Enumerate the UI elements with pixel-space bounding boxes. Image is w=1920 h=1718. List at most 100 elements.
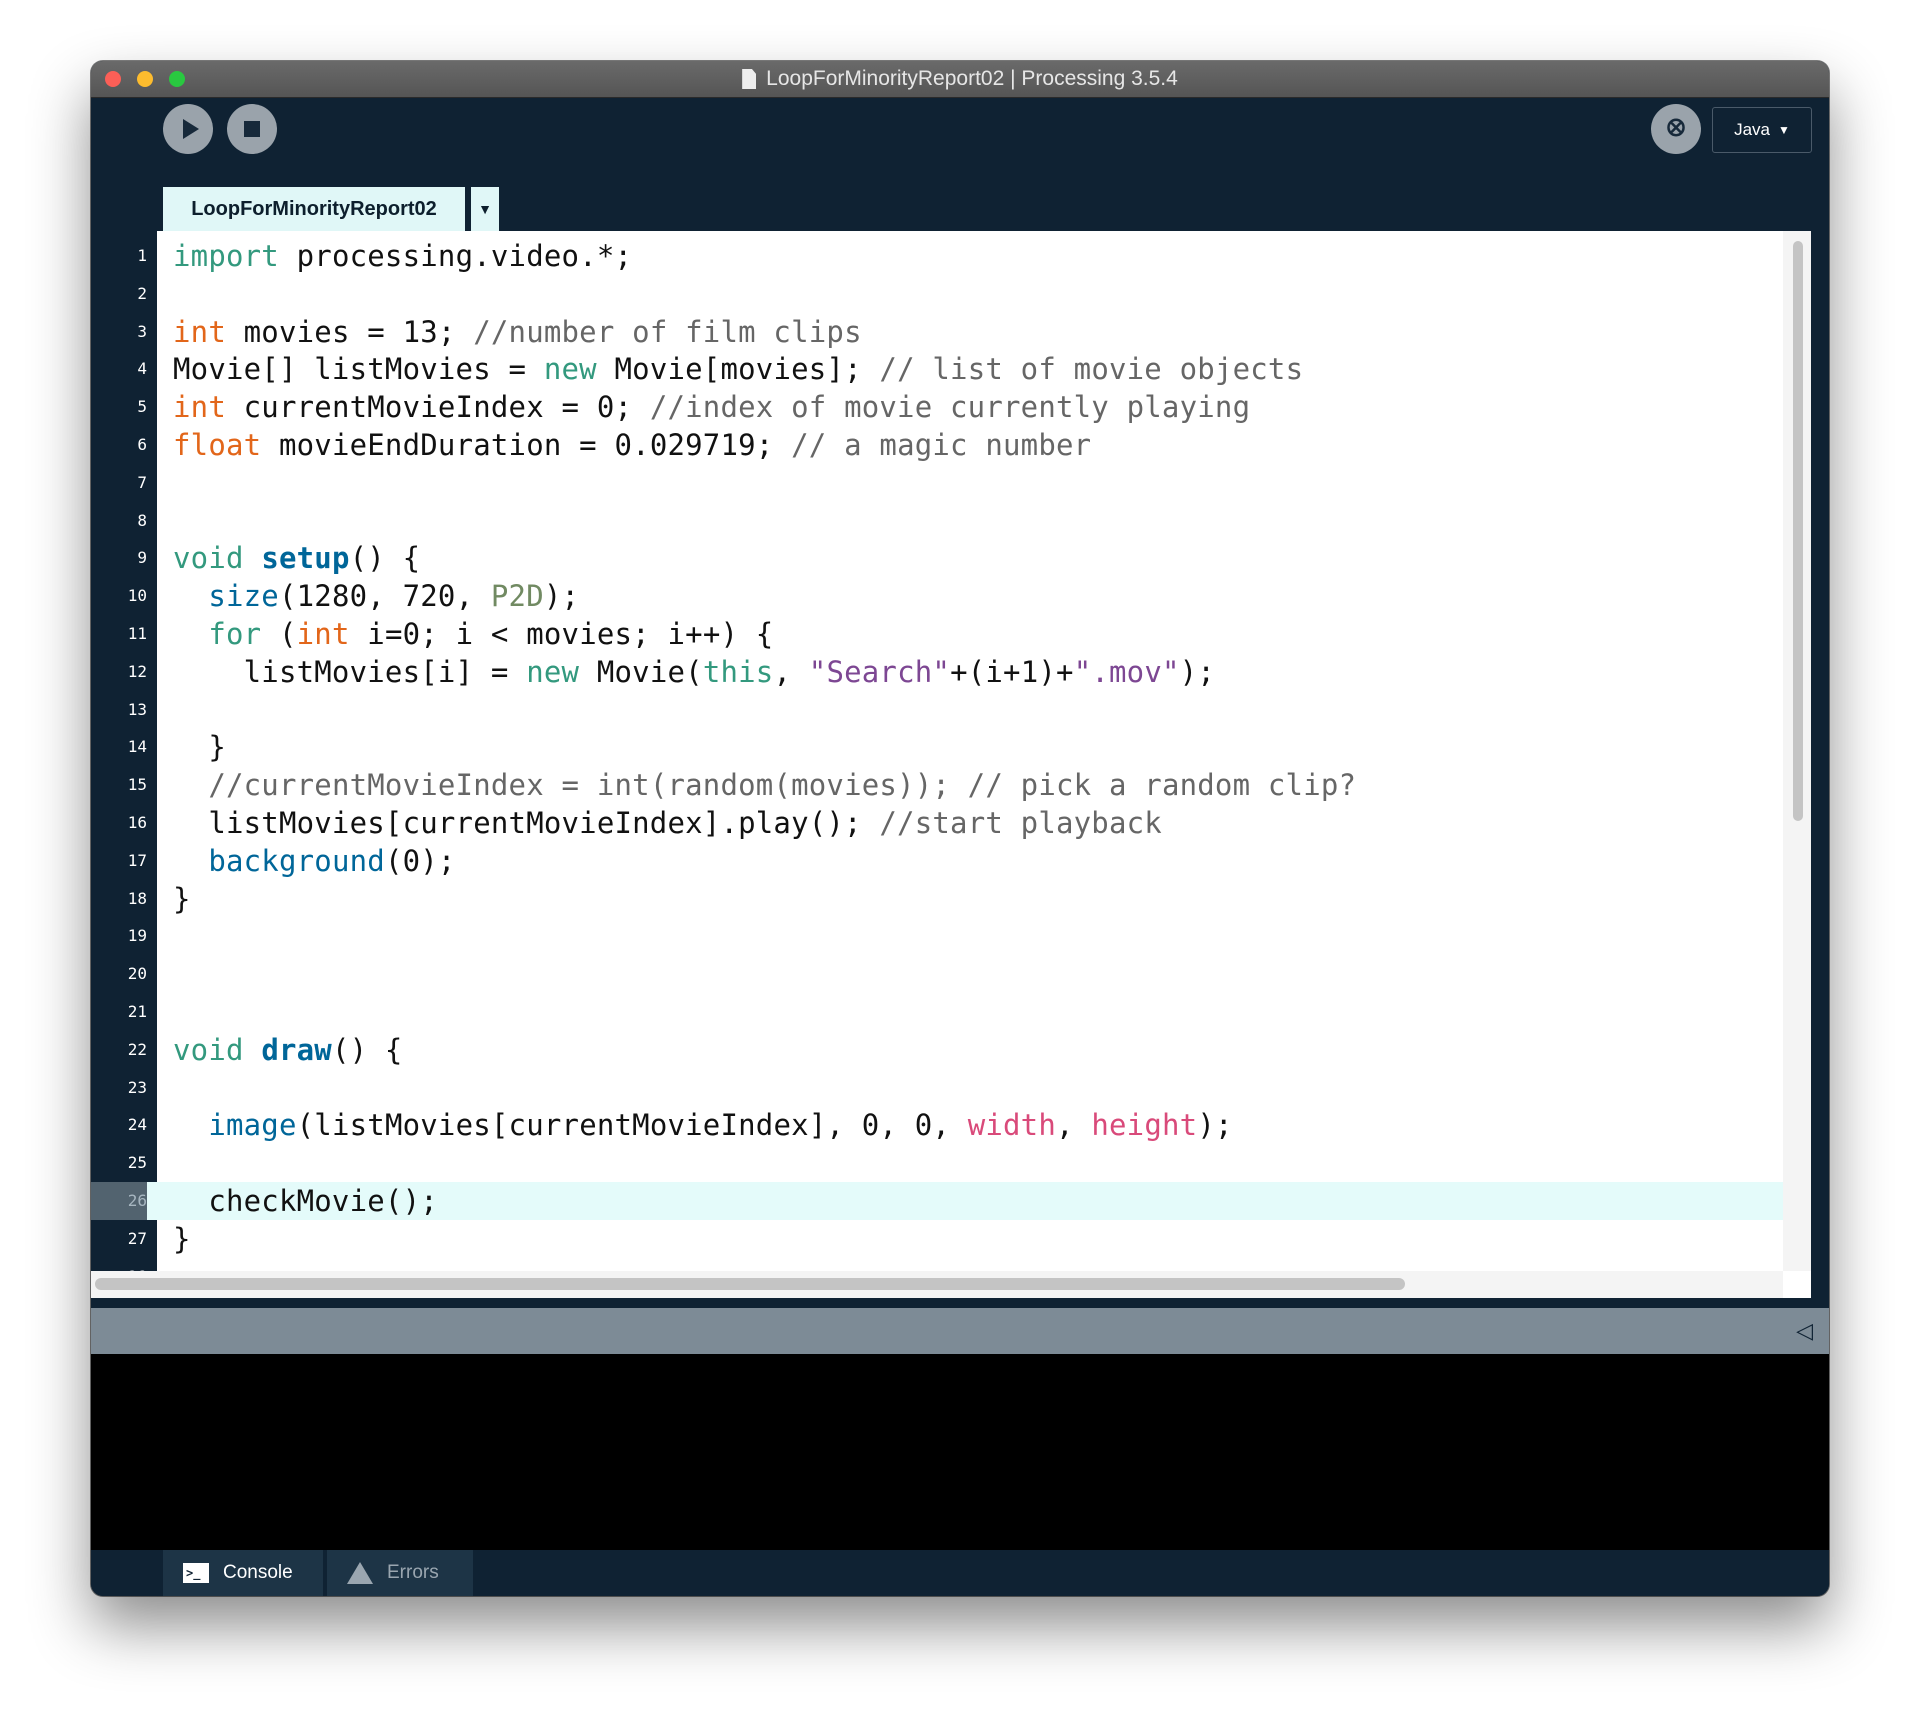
line-number: 26 (91, 1182, 147, 1220)
code-line[interactable]: 8 (91, 502, 1783, 540)
code-line[interactable]: 13 (91, 691, 1783, 729)
processing-window: LoopForMinorityReport02 | Processing 3.5… (91, 61, 1829, 1596)
line-number: 6 (137, 435, 147, 454)
code-text[interactable]: size(1280, 720, P2D); (173, 577, 579, 615)
line-number: 12 (127, 661, 147, 681)
code-line[interactable]: 22 void draw() { (91, 1031, 1783, 1069)
code-text[interactable]: listMovies[i] = new Movie(this, "Search"… (173, 653, 1215, 691)
console-tab-bar: >_ Console Errors (91, 1550, 1829, 1596)
chevron-down-icon: ▼ (478, 201, 492, 217)
line-number: 25 (127, 1153, 147, 1173)
code-line[interactable]: 3 int movies = 13; //number of film clips (91, 313, 1783, 351)
code-text[interactable]: checkMovie(); (173, 1182, 438, 1220)
line-number: 9 (137, 548, 147, 568)
code-text[interactable]: //currentMovieIndex = int(random(movies)… (173, 766, 1356, 804)
code-line[interactable]: 14 } (91, 728, 1783, 766)
run-button[interactable] (163, 104, 213, 154)
collapse-console-icon[interactable]: ◁ (1796, 1318, 1813, 1344)
status-bar: ◁ (91, 1308, 1829, 1354)
code-text[interactable]: image(listMovies[currentMovieIndex], 0, … (173, 1106, 1233, 1144)
vertical-scrollbar[interactable] (1783, 231, 1811, 1271)
horizontal-scrollbar[interactable] (91, 1271, 1783, 1298)
code-text[interactable]: } (173, 728, 226, 766)
line-number: 3 (137, 321, 147, 341)
code-text[interactable]: background(0); (173, 842, 456, 880)
line-number: 7 (137, 472, 147, 492)
line-number: 17 (127, 850, 147, 870)
code-text[interactable]: int movies = 13; //number of film clips (173, 313, 862, 351)
debug-button[interactable]: ꕕ (1651, 104, 1701, 154)
chevron-down-icon: ▼ (1778, 123, 1790, 137)
tab-menu-button[interactable]: ▼ (471, 187, 499, 231)
line-number: 18 (127, 888, 147, 908)
code-text[interactable]: listMovies[currentMovieIndex].play(); //… (173, 804, 1162, 842)
line-number: 8 (137, 510, 147, 530)
stop-icon (244, 121, 260, 137)
sketch-tab-bar: LoopForMinorityReport02 ▼ (91, 187, 1829, 231)
code-text[interactable]: import processing.video.*; (173, 237, 632, 275)
code-text[interactable]: } (173, 880, 191, 918)
code-line[interactable]: 11 for (int i=0; i < movies; i++) { (91, 615, 1783, 653)
line-number: 21 (127, 1002, 147, 1021)
warning-icon (347, 1562, 373, 1584)
code-line[interactable]: 24 image(listMovies[currentMovieIndex], … (91, 1106, 1783, 1144)
code-line[interactable]: 21 (91, 993, 1783, 1031)
code-line[interactable]: 18} (91, 880, 1783, 918)
errors-tab-label: Errors (387, 1562, 439, 1583)
code-text[interactable]: Movie[] listMovies = new Movie[movies]; … (173, 350, 1303, 388)
code-line[interactable]: 23 (91, 1069, 1783, 1107)
horizontal-scroll-thumb[interactable] (95, 1278, 1405, 1290)
tab-loopforminorityreport02[interactable]: LoopForMinorityReport02 (163, 187, 465, 231)
code-editor[interactable]: 1 import processing.video.*; 2 3 int movies … (91, 231, 1811, 1298)
code-line[interactable]: 2 (91, 275, 1783, 313)
line-number: 27 (127, 1228, 147, 1248)
code-line[interactable]: 6 float movieEndDuration = 0.029719; // a… (91, 426, 1783, 464)
code-line[interactable]: 20 (91, 955, 1783, 993)
code-text[interactable]: int currentMovieIndex = 0; //index of mo… (173, 388, 1250, 426)
code-line[interactable]: 12 listMovies[i] = new Movie(this, "Sear… (91, 653, 1783, 691)
code-line[interactable]: 10 size(1280, 720, P2D); (91, 577, 1783, 615)
code-text[interactable]: void setup() { (173, 539, 420, 577)
title-wrap: LoopForMinorityReport02 | Processing 3.5… (91, 61, 1829, 97)
code-line[interactable]: 27} (91, 1220, 1783, 1258)
code-line[interactable]: 25 (91, 1144, 1783, 1182)
tab-console[interactable]: >_ Console (163, 1550, 323, 1596)
window-title: LoopForMinorityReport02 | Processing 3.5… (766, 67, 1178, 90)
code-line[interactable]: 26 checkMovie(); (91, 1182, 1783, 1220)
code-line[interactable]: 16 listMovies[currentMovieIndex].play();… (91, 804, 1783, 842)
vertical-scroll-thumb[interactable] (1793, 241, 1803, 821)
code-line[interactable]: 17 background(0); (91, 842, 1783, 880)
line-number: 5 (137, 397, 147, 417)
line-number: 1 (137, 246, 147, 265)
stop-button[interactable] (227, 104, 277, 154)
line-number: 10 (127, 586, 147, 606)
console-output[interactable] (91, 1354, 1829, 1550)
line-number: 4 (137, 359, 147, 379)
code-text[interactable]: float movieEndDuration = 0.029719; // a … (173, 426, 1091, 464)
line-number: 2 (137, 283, 147, 303)
code-text[interactable]: } (173, 1220, 191, 1258)
code-line[interactable]: 4 Movie[] listMovies = new Movie[movies];… (91, 350, 1783, 388)
console-icon: >_ (183, 1563, 209, 1583)
line-number: 15 (127, 775, 147, 795)
code-line[interactable]: 15 //currentMovieIndex = int(random(movi… (91, 766, 1783, 804)
code-line[interactable]: 9 void setup() { (91, 539, 1783, 577)
code-line[interactable]: 1 import processing.video.*; (91, 237, 1783, 275)
code-line[interactable]: 7 (91, 464, 1783, 502)
line-number: 24 (127, 1115, 147, 1135)
play-icon (182, 119, 199, 139)
tab-errors[interactable]: Errors (327, 1550, 473, 1596)
line-number: 20 (127, 964, 147, 984)
code-text[interactable]: void draw() { (173, 1031, 403, 1069)
code-text[interactable]: for (int i=0; i < movies; i++) { (173, 615, 773, 653)
line-number: 11 (127, 624, 147, 643)
line-number: 23 (127, 1077, 147, 1097)
line-number: 13 (127, 699, 147, 719)
console-tab-label: Console (223, 1562, 293, 1583)
code-line[interactable]: 5 int currentMovieIndex = 0; //index of m… (91, 388, 1783, 426)
line-number: 22 (127, 1039, 147, 1059)
code-line[interactable]: 19 (91, 917, 1783, 955)
title-bar[interactable]: LoopForMinorityReport02 | Processing 3.5… (91, 61, 1829, 98)
mode-selector[interactable]: Java ▼ (1712, 107, 1812, 153)
mode-label: Java (1734, 120, 1771, 139)
